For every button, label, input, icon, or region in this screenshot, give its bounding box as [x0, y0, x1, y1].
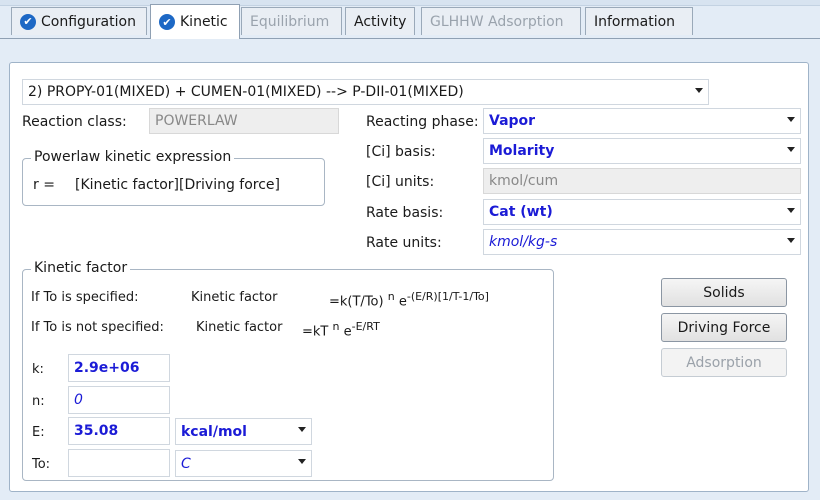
kinetic-factor-group: Kinetic factor If To is specified: Kinet…: [22, 260, 554, 481]
kinetic-factor-formula-2: =kT n e-E/RT: [302, 320, 380, 339]
rate-basis-value: Cat (wt): [489, 204, 553, 220]
to-specified-condition: If To is specified:: [31, 290, 139, 305]
ci-basis-label: [Ci] basis:: [366, 144, 436, 160]
tab-glhhw-adsorption[interactable]: GLHHW Adsorption: [421, 7, 581, 35]
reaction-select-value: 2) PROPY-01(MIXED) + CUMEN-01(MIXED) -->…: [28, 84, 464, 100]
formula-1-n: n: [387, 290, 395, 303]
tab-information[interactable]: Information: [585, 7, 693, 35]
to-input[interactable]: [68, 449, 170, 477]
to-unit-select[interactable]: C: [175, 450, 312, 477]
to-label: To:: [32, 457, 51, 472]
ci-basis-select[interactable]: Molarity: [483, 138, 801, 164]
tab-label: Configuration: [41, 13, 136, 30]
tab-label: Activity: [354, 13, 407, 30]
e-unit-select[interactable]: kcal/mol: [175, 418, 312, 445]
tab-configuration[interactable]: ✔ Configuration: [11, 7, 147, 35]
e-label: E:: [32, 425, 45, 440]
kinetic-panel: 2) PROPY-01(MIXED) + CUMEN-01(MIXED) -->…: [9, 62, 809, 492]
powerlaw-expression-group: Powerlaw kinetic expression r = [Kinetic…: [22, 149, 325, 206]
kinetic-factor-name: Kinetic factor: [191, 290, 278, 305]
reacting-phase-label: Reacting phase:: [366, 114, 479, 130]
formula-2-n: n: [332, 320, 340, 333]
ci-units-field: kmol/cum: [483, 168, 801, 194]
e-unit-value: kcal/mol: [181, 423, 247, 440]
kinetic-factor-formula-1: =k(T/To) n e-(E/R)[1/T-1/To]: [329, 290, 489, 309]
kinetic-factor-caption: Kinetic factor: [31, 260, 131, 276]
rate-basis-select[interactable]: Cat (wt): [483, 199, 801, 225]
tab-divider: [0, 38, 820, 39]
solids-button[interactable]: Solids: [661, 278, 787, 307]
check-circle-icon: ✔: [20, 13, 36, 30]
formula-2-e: e: [343, 324, 352, 340]
formula-1-e: e: [398, 294, 407, 310]
rate-units-value: kmol/kg-s: [489, 234, 558, 250]
rate-units-label: Rate units:: [366, 235, 442, 251]
chevron-down-icon: [695, 88, 703, 93]
chevron-down-icon: [787, 117, 795, 122]
chevron-down-icon: [298, 459, 306, 464]
rate-basis-label: Rate basis:: [366, 205, 444, 221]
chevron-down-icon: [298, 427, 306, 432]
chevron-down-icon: [787, 208, 795, 213]
tab-label: Kinetic: [180, 14, 228, 30]
reaction-class-field: POWERLAW: [149, 108, 339, 134]
n-input[interactable]: 0: [68, 386, 170, 414]
tab-label: GLHHW Adsorption: [430, 13, 564, 30]
ci-basis-value: Molarity: [489, 143, 555, 159]
reaction-class-label: Reaction class:: [22, 114, 127, 130]
to-unit-value: C: [181, 455, 191, 472]
chevron-down-icon: [787, 238, 795, 243]
reacting-phase-select[interactable]: Vapor: [483, 108, 801, 134]
k-input[interactable]: 2.9e+06: [68, 354, 170, 382]
reacting-phase-value: Vapor: [489, 113, 536, 129]
adsorption-button[interactable]: Adsorption: [661, 348, 787, 377]
tab-activity[interactable]: Activity: [345, 7, 415, 35]
check-circle-icon: ✔: [159, 14, 175, 30]
to-not-specified-condition: If To is not specified:: [31, 320, 164, 335]
e-input[interactable]: 35.08: [68, 417, 170, 445]
k-label: k:: [32, 362, 44, 377]
powerlaw-caption: Powerlaw kinetic expression: [31, 149, 235, 165]
powerlaw-expression: [Kinetic factor][Driving force]: [75, 177, 281, 193]
formula-1-exponent: -(E/R)[1/T-1/To]: [406, 290, 489, 303]
chevron-down-icon: [787, 147, 795, 152]
formula-2-base: =kT: [302, 324, 329, 340]
tab-equilibrium[interactable]: Equilibrium: [241, 7, 342, 35]
r-label: r =: [33, 177, 55, 193]
n-label: n:: [32, 394, 45, 409]
tab-bar: ✔ Configuration ✔ Kinetic Equilibrium Acti…: [0, 0, 820, 39]
ci-units-label: [Ci] units:: [366, 174, 435, 190]
rate-units-select[interactable]: kmol/kg-s: [483, 229, 801, 255]
formula-1-base: =k(T/To): [329, 294, 384, 310]
kinetic-factor-name: Kinetic factor: [196, 320, 283, 335]
formula-2-exponent: -E/RT: [351, 320, 380, 333]
tab-kinetic[interactable]: ✔ Kinetic: [150, 4, 240, 39]
tab-label: Equilibrium: [250, 13, 330, 30]
top-strip: [0, 0, 820, 6]
tab-label: Information: [594, 13, 676, 30]
driving-force-button[interactable]: Driving Force: [661, 313, 787, 342]
reaction-select[interactable]: 2) PROPY-01(MIXED) + CUMEN-01(MIXED) -->…: [22, 79, 709, 105]
